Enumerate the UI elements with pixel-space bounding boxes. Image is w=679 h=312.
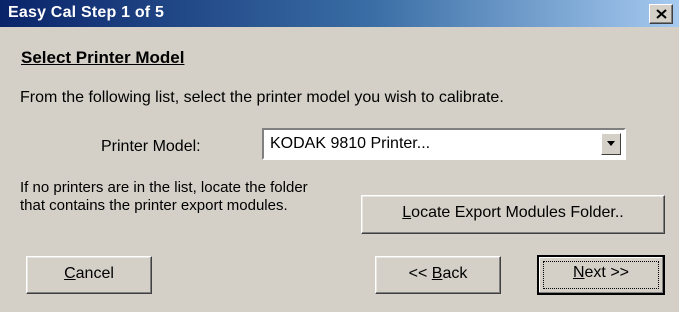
back-button-label: << Back — [408, 265, 468, 282]
chevron-down-icon — [607, 141, 615, 146]
next-button-label: Next >> — [572, 264, 630, 281]
printer-model-select[interactable]: KODAK 9810 Printer... — [262, 128, 626, 160]
window-title: Easy Cal Step 1 of 5 — [8, 4, 165, 21]
printer-model-value: KODAK 9810 Printer... — [270, 135, 431, 152]
title-bar[interactable]: Easy Cal Step 1 of 5 — [0, 0, 679, 27]
page-heading: Select Printer Model — [21, 48, 185, 67]
cancel-button-label: Cancel — [64, 265, 114, 282]
close-button[interactable] — [649, 4, 673, 24]
close-icon — [656, 9, 667, 19]
locate-export-modules-folder-button[interactable]: Locate Export Modules Folder.. — [361, 195, 665, 234]
no-printers-hint: If no printers are in the list, locate t… — [20, 179, 308, 214]
back-button[interactable]: << Back — [375, 256, 501, 294]
locate-button-label: Locate Export Modules Folder.. — [402, 204, 624, 221]
printer-model-label: Printer Model: — [101, 138, 201, 155]
instruction-text: From the following list, select the prin… — [20, 89, 504, 106]
printer-model-dropdown-button[interactable] — [601, 133, 621, 155]
next-button[interactable]: Next >> — [537, 255, 665, 295]
cancel-button[interactable]: Cancel — [26, 256, 152, 294]
